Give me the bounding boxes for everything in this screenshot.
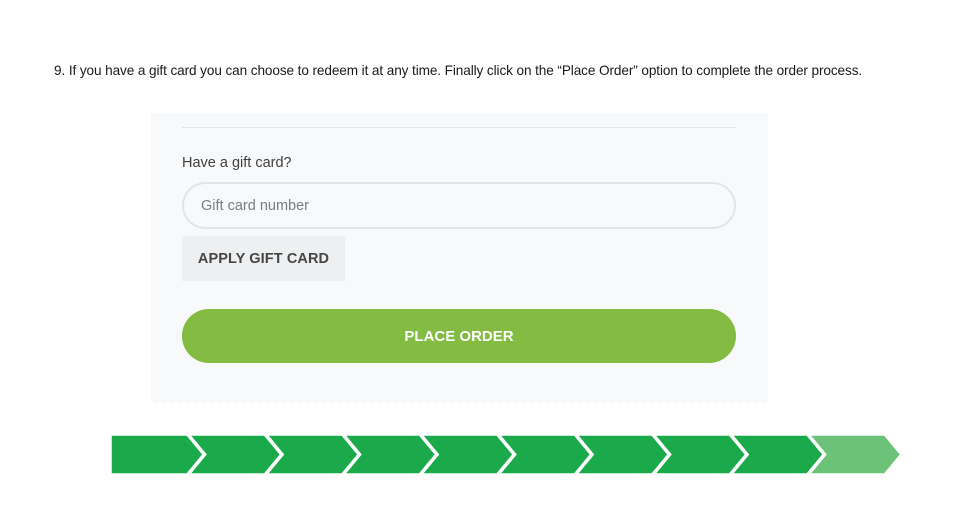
order-progress-bar	[110, 434, 905, 475]
gift-card-label: Have a gift card?	[182, 155, 292, 171]
gift-card-number-input[interactable]	[182, 182, 736, 229]
instruction-text: 9. If you have a gift card you can choos…	[54, 63, 863, 78]
progress-step-1	[110, 434, 207, 475]
panel-torn-edge	[151, 400, 768, 405]
apply-gift-card-button[interactable]: APPLY GIFT CARD	[182, 236, 345, 281]
section-divider	[182, 127, 736, 128]
place-order-button[interactable]: PLACE ORDER	[182, 309, 736, 363]
